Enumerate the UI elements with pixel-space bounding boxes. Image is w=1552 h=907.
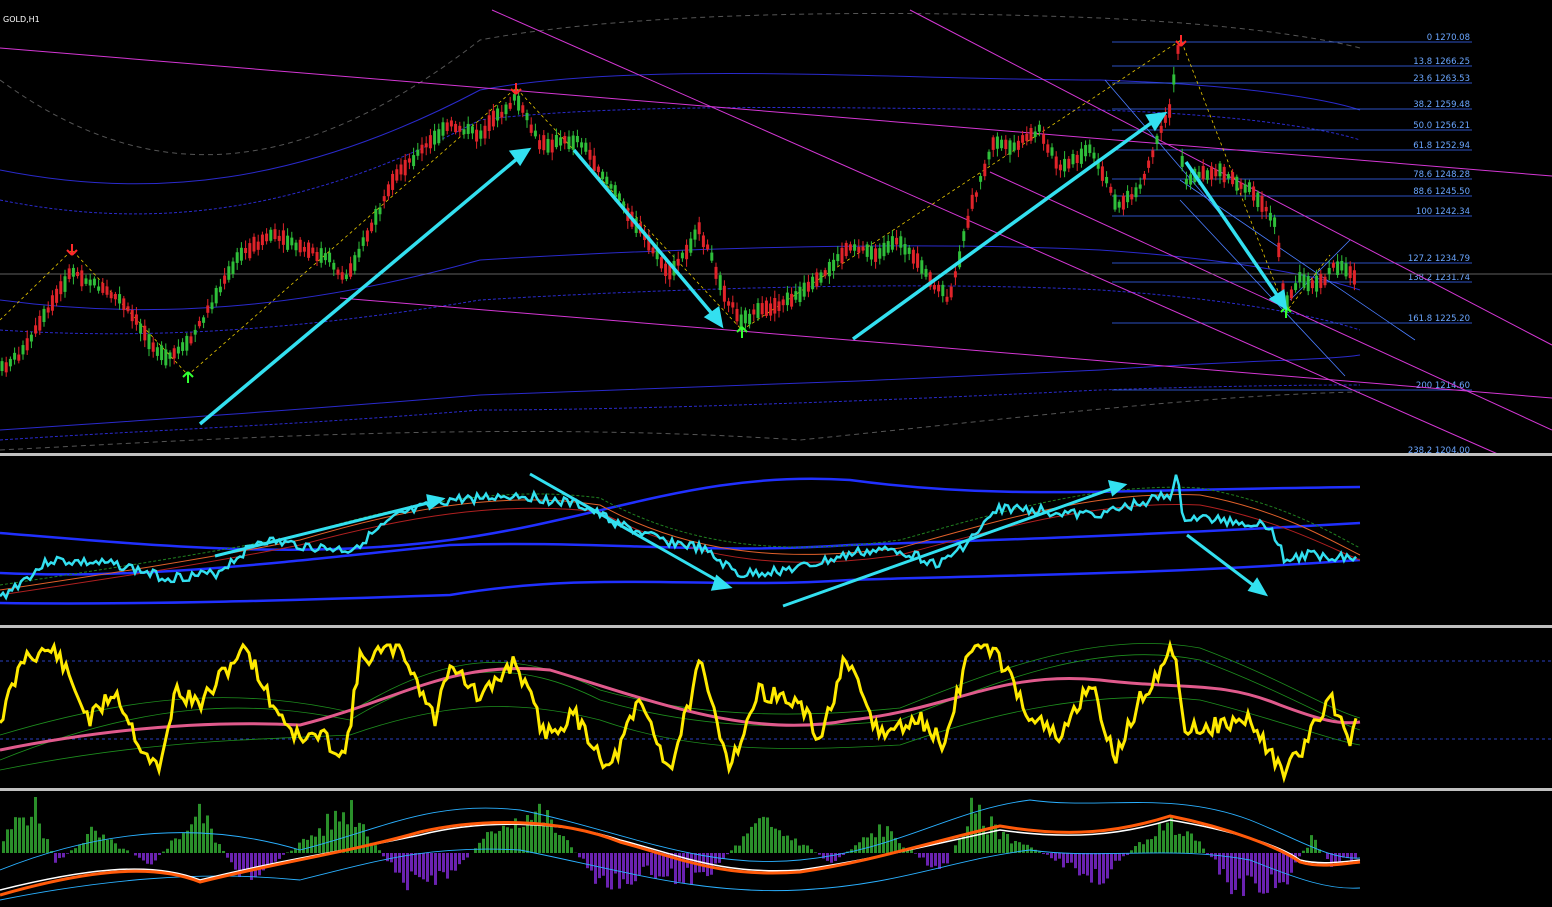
- pane-separator[interactable]: [0, 453, 1552, 456]
- fib-level-label: 23.6 1263.53: [1413, 74, 1470, 84]
- pane-separator[interactable]: [0, 625, 1552, 628]
- fib-level-label: 61.8 1252.94: [1413, 141, 1470, 151]
- fib-level-label: 88.6 1245.50: [1413, 187, 1470, 197]
- fib-level-label: 161.8 1225.20: [1408, 314, 1470, 324]
- chart-area[interactable]: GOLD,H1 0 1270.08 13.8 1266.25 23.6 1263.5…: [0, 0, 1552, 907]
- pane-separator[interactable]: [0, 788, 1552, 791]
- fib-level-label: 78.6 1248.28: [1413, 170, 1470, 180]
- fib-level-label: 127.2 1234.79: [1408, 254, 1470, 264]
- fib-level-label: 13.8 1266.25: [1413, 57, 1470, 67]
- symbol-label: GOLD,H1: [3, 15, 40, 24]
- fib-level-label: 0 1270.08: [1427, 33, 1470, 43]
- fib-level-label: 50.0 1256.21: [1413, 121, 1470, 131]
- fib-level-label: 38.2 1259.48: [1413, 100, 1470, 110]
- fib-level-label: 100 1242.34: [1416, 207, 1470, 217]
